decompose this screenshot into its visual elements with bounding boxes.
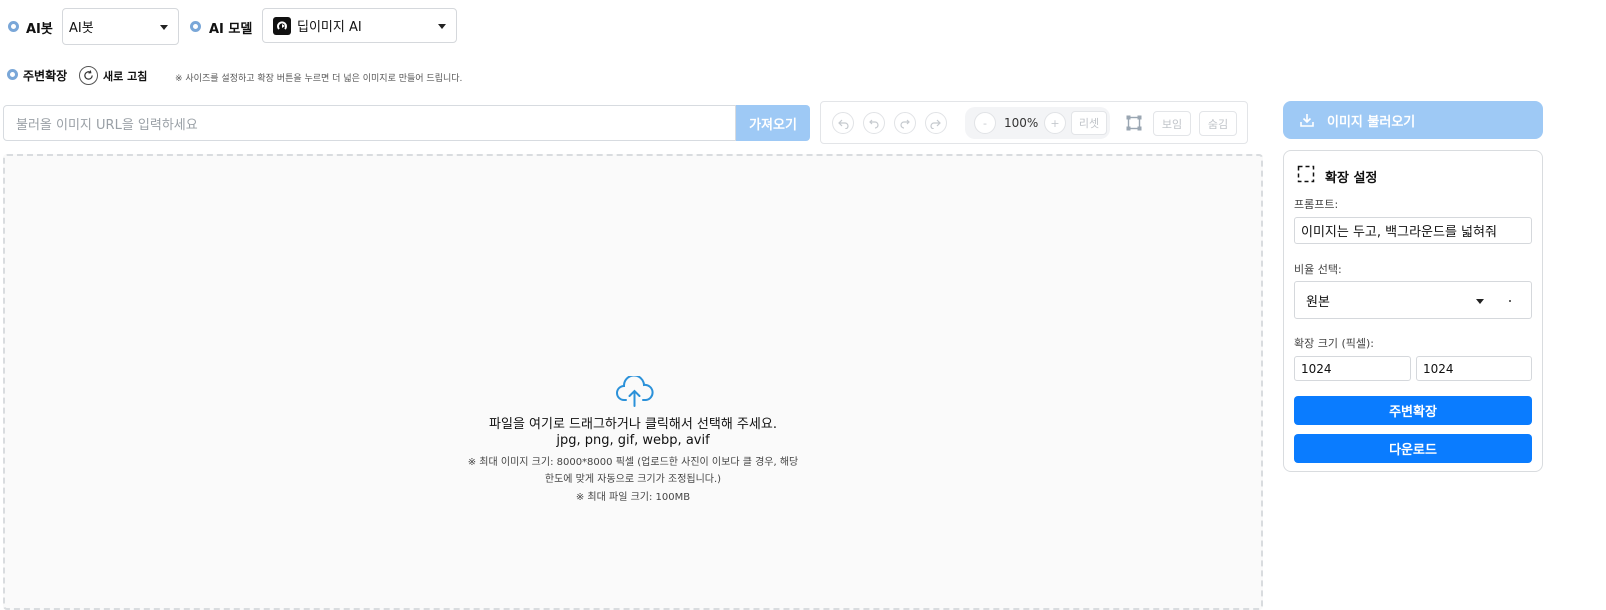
load-image-button[interactable]: 이미지 불러오기 [1283,101,1543,139]
redo-icon[interactable] [894,112,916,134]
url-input[interactable]: 불러올 이미지 URL을 입력하세요 [3,105,736,141]
fetch-button[interactable]: 가져오기 [736,105,810,141]
prompt-label: 프롬프트: [1294,198,1339,211]
height-input[interactable]: 1024 [1416,356,1532,381]
settings-title: 확장 설정 [1325,171,1378,186]
expand-mode-radio[interactable] [7,69,18,80]
zoom-value: 100% [1004,116,1039,130]
aimodel-select[interactable]: 딥이미지 AI [262,8,457,43]
aibot-label: AI봇 [26,22,53,37]
aimodel-select-value: 딥이미지 AI [297,20,362,35]
size-label: 확장 크기 (픽셀): [1294,337,1375,350]
prompt-input[interactable]: 이미지는 두고, 백그라운드를 넓혀줘 [1294,217,1532,244]
reset-button[interactable]: 리셋 [1071,111,1107,135]
dropzone-max-size-note: 한도에 맞게 자동으로 크기가 조정됩니다.) [544,474,722,485]
ratio-select[interactable]: 원본 [1294,281,1532,319]
dropzone-max-file-size: ※ 최대 파일 크기: 100MB [575,492,691,503]
download-button[interactable]: 다운로드 [1294,434,1532,463]
aibot-select-value: AI봇 [69,21,94,36]
chevron-down-icon [160,25,168,30]
crop-frame-icon[interactable] [1126,115,1142,131]
dropzone-max-size: ※ 최대 이미지 크기: 8000*8000 픽셀 (업로드한 사진이 이보다 … [467,457,799,468]
ratio-select-value: 원본 [1306,294,1330,310]
undo-all-icon[interactable] [832,112,854,134]
image-toolbar: - 100% + 리셋 보임 숨김 [820,101,1248,144]
hint-text: ※ 사이즈를 설정하고 확장 버튼을 누르면 더 넓은 이미지로 만들어 드립니… [175,74,463,84]
ratio-label: 비율 선택: [1294,263,1342,276]
redo-all-icon[interactable] [925,112,947,134]
deepimage-logo-icon [273,16,291,35]
refresh-button[interactable]: 새로 고침 [103,68,147,84]
expand-button[interactable]: 주변확장 [1294,396,1532,425]
aibot-select[interactable]: AI봇 [62,8,179,45]
load-image-label: 이미지 불러오기 [1327,114,1416,130]
zoom-out-button[interactable]: - [974,112,996,134]
width-input[interactable]: 1024 [1294,356,1411,381]
download-tray-icon [1299,112,1315,128]
cloud-upload-icon [615,374,655,407]
expand-mode-label: 주변확장 [23,69,68,83]
chevron-down-icon [1476,299,1484,304]
undo-icon[interactable] [863,112,885,134]
aibot-radio[interactable] [8,21,19,32]
dot-icon [1509,300,1511,302]
aimodel-label: AI 모델 [209,22,253,37]
dropzone-instruction: 파일을 여기로 드래그하거나 클릭해서 선택해 주세요. [489,417,777,432]
zoom-group: - 100% + 리셋 [965,107,1110,139]
expand-settings-panel: 확장 설정 프롬프트: 이미지는 두고, 백그라운드를 넓혀줘 비율 선택: 원… [1283,150,1543,472]
zoom-in-button[interactable]: + [1044,112,1066,134]
refresh-icon[interactable] [79,66,98,85]
file-dropzone[interactable]: 파일을 여기로 드래그하거나 클릭해서 선택해 주세요. jpg, png, g… [3,154,1263,610]
aimodel-radio[interactable] [190,21,201,32]
dropzone-formats: jpg, png, gif, webp, avif [556,433,710,448]
chevron-down-icon [438,24,446,29]
show-button[interactable]: 보임 [1153,111,1191,136]
hide-button[interactable]: 숨김 [1199,111,1237,136]
dashed-frame-icon [1297,165,1315,183]
